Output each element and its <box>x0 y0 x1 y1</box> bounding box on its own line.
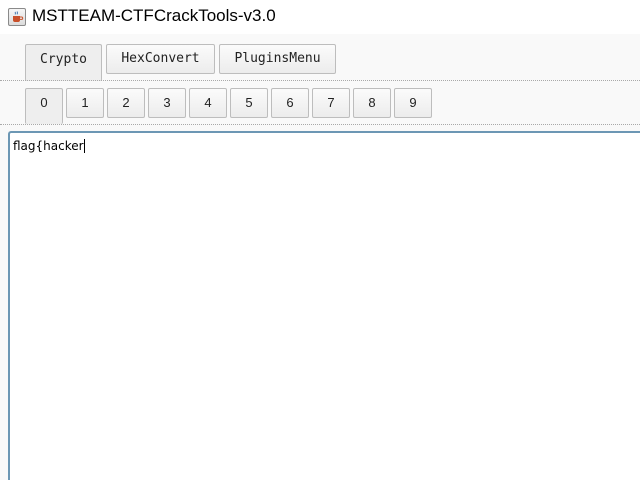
tab-number-2[interactable]: 2 <box>107 88 145 118</box>
tab-number-8[interactable]: 8 <box>353 88 391 118</box>
editor-content: flag{hacker <box>13 139 84 153</box>
tab-number-4[interactable]: 4 <box>189 88 227 118</box>
number-tab-bar: 0 1 2 3 4 5 6 7 8 9 <box>0 81 640 125</box>
tab-number-0[interactable]: 0 <box>25 88 63 124</box>
tab-number-1[interactable]: 1 <box>66 88 104 118</box>
title-bar[interactable]: MSTTEAM-CTFCrackTools-v3.0 <box>0 0 640 34</box>
window-title: MSTTEAM-CTFCrackTools-v3.0 <box>32 6 276 25</box>
tab-number-7[interactable]: 7 <box>312 88 350 118</box>
tab-divider <box>0 124 640 125</box>
java-cup-icon <box>8 8 26 26</box>
tab-number-5[interactable]: 5 <box>230 88 268 118</box>
tab-crypto[interactable]: Crypto <box>25 44 102 81</box>
tab-hexconvert[interactable]: HexConvert <box>106 44 215 74</box>
app-window: MSTTEAM-CTFCrackTools-v3.0 Crypto HexCon… <box>0 0 640 480</box>
tab-number-6[interactable]: 6 <box>271 88 309 118</box>
content-area: Crypto HexConvert PluginsMenu 0 1 2 3 4 … <box>0 34 640 480</box>
tab-number-9[interactable]: 9 <box>394 88 432 118</box>
text-editor[interactable]: flag{hacker <box>8 131 640 480</box>
tab-pluginsmenu[interactable]: PluginsMenu <box>219 44 336 74</box>
text-caret <box>83 139 85 153</box>
tab-number-3[interactable]: 3 <box>148 88 186 118</box>
main-tab-bar: Crypto HexConvert PluginsMenu <box>0 34 640 81</box>
